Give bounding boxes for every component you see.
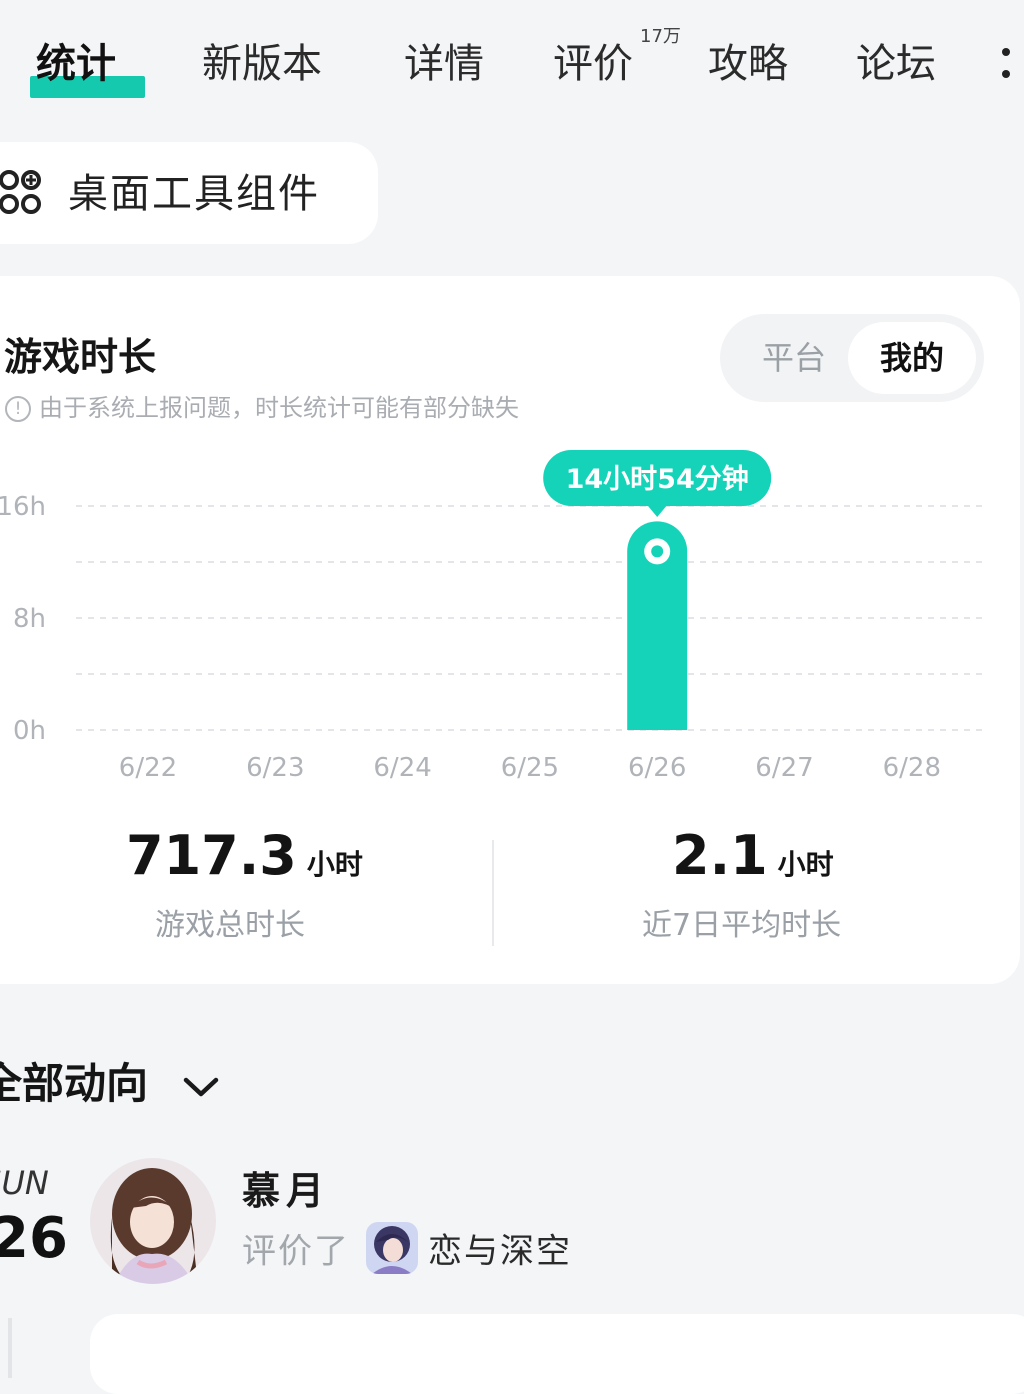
more-options-icon[interactable] [998, 44, 1012, 84]
action-text: 评价了 [242, 1231, 350, 1272]
average-value: 2.1 [672, 824, 768, 887]
reviews-count-badge: 17万 [640, 26, 681, 47]
average-playtime-label: 近7日平均时长 [642, 908, 842, 943]
tab-label: 评价 [553, 41, 633, 87]
x-tick-label: 6/22 [119, 753, 177, 783]
section-title-label: 全部动向 [0, 1059, 149, 1108]
playtime-bar-chart: 0h 8h 16h 6/22 6/23 6/24 6/25 6/26 6/27 6/28 14小时5… [0, 450, 984, 783]
total-value: 717.3 [126, 824, 297, 887]
tab-forum[interactable]: 论坛 [856, 38, 936, 90]
tab-stats[interactable]: 统计 [36, 38, 116, 90]
toggle-platform[interactable]: 平台 [734, 322, 854, 394]
tab-label: 论坛 [856, 41, 936, 87]
tab-label: 详情 [404, 41, 484, 87]
timeline-line [8, 1318, 12, 1378]
game-icon[interactable] [366, 1222, 418, 1274]
tab-label: 新版本 [202, 41, 322, 87]
card-title: 游戏时长 [4, 335, 157, 379]
total-playtime-label: 游戏总时长 [155, 908, 305, 943]
average-unit: 小时 [777, 848, 834, 881]
tooltip-label: 14小时54分钟 [566, 464, 749, 495]
avatar[interactable] [90, 1158, 216, 1284]
y-tick-label: 0h [13, 716, 46, 746]
selected-point-dot [651, 545, 664, 558]
tab-details[interactable]: 详情 [404, 38, 484, 90]
platform-mine-toggle: 平台 我的 [720, 314, 984, 402]
user-name[interactable]: 慕月 [242, 1160, 330, 1215]
grid-plus-icon [0, 170, 41, 214]
toggle-mine[interactable]: 我的 [848, 322, 976, 394]
x-tick-label: 6/26 [628, 753, 686, 783]
x-tick-label: 6/23 [246, 753, 304, 783]
x-tick-label: 6/28 [883, 753, 941, 783]
data-notice: ! 由于系统上报问题，时长统计可能有部分缺失 [5, 388, 519, 423]
top-tab-bar: 统计 新版本 详情 评价 17万 攻略 论坛 [0, 0, 1024, 120]
game-name-link[interactable]: 恋与深空 [428, 1232, 572, 1272]
activity-day: 26 [0, 1206, 68, 1271]
total-playtime-value: 717.3 小时 [126, 824, 363, 887]
info-icon: ! [5, 396, 31, 422]
widget-button-label: 桌面工具组件 [68, 171, 320, 217]
tab-new-version[interactable]: 新版本 [202, 38, 322, 90]
x-tick-label: 6/24 [373, 753, 431, 783]
chevron-down-icon [183, 1077, 218, 1096]
notice-text: 由于系统上报问题，时长统计可能有部分缺失 [39, 394, 519, 422]
review-card-preview[interactable] [90, 1314, 1024, 1394]
activity-filter-dropdown[interactable]: 全部动向 [0, 1050, 221, 1111]
tab-label: 攻略 [708, 41, 788, 87]
tab-label: 统计 [36, 41, 116, 87]
y-tick-label: 16h [0, 492, 46, 522]
stat-divider [492, 840, 494, 946]
average-playtime-value: 2.1 小时 [672, 824, 834, 887]
tooltip-pointer [647, 505, 668, 517]
tab-guides[interactable]: 攻略 [708, 38, 788, 90]
x-tick-label: 6/27 [755, 753, 813, 783]
total-unit: 小时 [306, 848, 363, 881]
activity-action: 评价了 恋与深空 [242, 1222, 572, 1274]
tab-reviews[interactable]: 评价 [553, 38, 633, 90]
y-tick-label: 8h [13, 604, 46, 634]
x-tick-label: 6/25 [501, 753, 559, 783]
activity-month: JUN [0, 1164, 49, 1202]
